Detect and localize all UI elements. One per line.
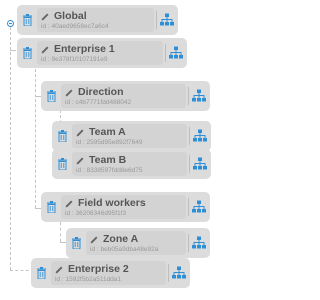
node-name: Team B: [89, 154, 127, 166]
trash-icon[interactable]: [66, 231, 86, 255]
org-chart-icon[interactable]: [192, 236, 206, 250]
divider: [189, 127, 190, 145]
node-id: id : 40aed9658ec7a6c4: [41, 23, 109, 30]
trash-icon[interactable]: [52, 124, 72, 148]
tree-connector: [35, 64, 36, 208]
tree-node-team-b[interactable]: Team B id : 8338597fdd8e6d75: [52, 149, 211, 179]
tree-connector: [10, 50, 16, 51]
org-chart-icon[interactable]: [169, 46, 183, 60]
divider: [188, 198, 189, 216]
tree-node-global[interactable]: Global id : 40aed9658ec7a6c4: [17, 5, 178, 35]
node-name: Team A: [89, 126, 126, 138]
org-chart-icon[interactable]: [193, 129, 207, 143]
divider: [165, 44, 166, 62]
node-body[interactable]: Enterprise 2 id : 1592f5b2a511dda1: [51, 261, 166, 285]
node-body[interactable]: Field workers id : 36206346d95f1f3: [61, 195, 186, 219]
org-chart-icon[interactable]: [192, 200, 206, 214]
node-body[interactable]: Team B id : 8338597fdd8e6d75: [72, 152, 187, 176]
tree-connector: [60, 222, 61, 242]
node-name: Zone A: [103, 233, 139, 245]
pencil-icon[interactable]: [55, 265, 64, 274]
org-chart-icon[interactable]: [193, 157, 207, 171]
node-name: Enterprise 1: [54, 43, 115, 55]
node-body[interactable]: Direction id : c4b7771fdd488042: [61, 84, 186, 108]
pencil-icon[interactable]: [65, 199, 74, 208]
trash-icon[interactable]: [52, 152, 72, 176]
node-name: Global: [54, 10, 87, 22]
node-body[interactable]: Team A id : 2595d95e892f7649: [72, 124, 187, 148]
node-id: id : 2595d95e892f7649: [76, 139, 143, 146]
pencil-icon[interactable]: [41, 12, 50, 21]
node-id: id : 36206346d95f1f3: [65, 210, 127, 217]
tree-node-enterprise-2[interactable]: Enterprise 2 id : 1592f5b2a511dda1: [31, 258, 190, 288]
node-name: Field workers: [78, 197, 146, 209]
node-id: id : beb05a9dba48e92a: [90, 246, 159, 253]
node-body[interactable]: Global id : 40aed9658ec7a6c4: [37, 8, 154, 32]
pencil-icon[interactable]: [65, 88, 74, 97]
tree-connector: [10, 27, 11, 270]
pencil-icon[interactable]: [76, 156, 85, 165]
collapse-toggle-global[interactable]: [7, 20, 14, 27]
divider: [189, 155, 190, 173]
trash-icon[interactable]: [41, 84, 61, 108]
node-id: id : c4b7771fdd488042: [65, 99, 132, 106]
node-id: id : 1592f5b2a511dda1: [55, 276, 122, 283]
node-id: id : 9e378f10107191e9: [41, 56, 108, 63]
tree-node-direction[interactable]: Direction id : c4b7771fdd488042: [41, 81, 210, 111]
tree-node-team-a[interactable]: Team A id : 2595d95e892f7649: [52, 121, 211, 151]
pencil-icon[interactable]: [90, 235, 99, 244]
node-body[interactable]: Enterprise 1 id : 9e378f10107191e9: [37, 41, 163, 65]
node-name: Enterprise 2: [68, 263, 129, 275]
tree-node-enterprise-1[interactable]: Enterprise 1 id : 9e378f10107191e9: [17, 38, 187, 68]
divider: [156, 11, 157, 29]
org-chart-icon[interactable]: [160, 13, 174, 27]
tree-node-field-workers[interactable]: Field workers id : 36206346d95f1f3: [41, 192, 210, 222]
trash-icon[interactable]: [41, 195, 61, 219]
divider: [168, 264, 169, 282]
node-id: id : 8338597fdd8e6d75: [76, 167, 143, 174]
trash-icon[interactable]: [17, 41, 37, 65]
node-name: Direction: [78, 86, 124, 98]
org-chart-icon[interactable]: [172, 266, 186, 280]
pencil-icon[interactable]: [41, 45, 50, 54]
node-body[interactable]: Zone A id : beb05a9dba48e92a: [86, 231, 186, 255]
trash-icon[interactable]: [31, 261, 51, 285]
organization-tree: Global id : 40aed9658ec7a6c4 Enterprise …: [0, 0, 225, 300]
divider: [188, 87, 189, 105]
org-chart-icon[interactable]: [192, 89, 206, 103]
trash-icon[interactable]: [17, 8, 37, 32]
pencil-icon[interactable]: [76, 128, 85, 137]
tree-node-zone-a[interactable]: Zone A id : beb05a9dba48e92a: [66, 228, 210, 258]
divider: [188, 234, 189, 252]
